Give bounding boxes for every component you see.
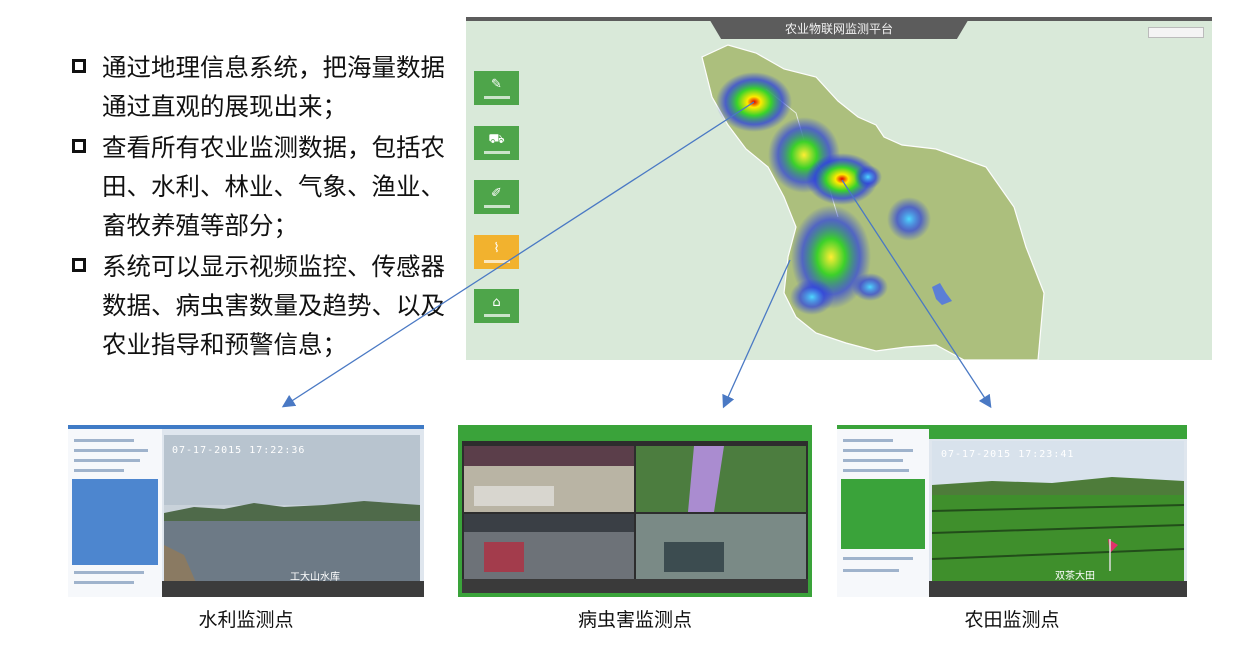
- pest-monitor-thumbnail[interactable]: [458, 425, 812, 597]
- house-icon: ⌂: [492, 294, 501, 310]
- side-button-house[interactable]: ⌂: [474, 289, 519, 323]
- side-button-chart[interactable]: ⌇: [474, 235, 519, 269]
- sensor-line: [74, 439, 134, 442]
- side-button-label: [483, 150, 510, 154]
- map-title: 农业物联网监测平台: [784, 21, 893, 36]
- video-control-bar[interactable]: [162, 581, 424, 597]
- leaf-icon: ✎: [491, 76, 502, 92]
- sensor-line: [843, 459, 903, 462]
- side-button-label: [483, 313, 510, 317]
- checkbox-square-icon: [72, 139, 86, 153]
- sensor-line: [74, 469, 124, 472]
- sensor-line: [74, 571, 144, 574]
- sensor-chart-panel: [841, 479, 925, 549]
- heatmap-map[interactable]: [466, 17, 1212, 360]
- farmland-video[interactable]: [932, 441, 1184, 585]
- map-zoom-control[interactable]: [1148, 27, 1204, 38]
- bullet-item: 系统可以显示视频监控、传感器数据、病虫害数量及趋势、以及农业指导和预警信息；: [72, 247, 457, 364]
- sensor-line: [74, 581, 134, 584]
- sensor-line: [843, 569, 899, 572]
- video-timestamp: 07-17-2015 17:22:36: [172, 445, 306, 456]
- sensor-line: [843, 469, 909, 472]
- checkbox-square-icon: [72, 258, 86, 272]
- video-control-bar[interactable]: [929, 581, 1187, 597]
- heat-spot: [852, 273, 888, 301]
- video-control-bar[interactable]: [462, 579, 808, 593]
- bullet-text: 系统可以显示视频监控、传感器数据、病虫害数量及趋势、以及农业指导和预警信息；: [102, 252, 445, 359]
- bullet-item: 通过地理信息系统，把海量数据通过直观的展现出来；: [72, 48, 457, 126]
- water-monitor-thumbnail[interactable]: 07-17-2015 17:22:36 工大山水库: [68, 425, 424, 597]
- tractor-icon: ⛟: [488, 131, 505, 147]
- side-button-label: [483, 95, 510, 99]
- sensor-sidebar: [68, 429, 162, 597]
- video-location-label: 双茶大田: [1055, 571, 1095, 582]
- feature-list: 通过地理信息系统，把海量数据通过直观的展现出来； 查看所有农业监测数据，包括农田…: [72, 48, 457, 366]
- video-timestamp: 07-17-2015 17:23:41: [941, 449, 1075, 460]
- sensor-chart-panel: [72, 479, 158, 565]
- sensor-line: [843, 439, 893, 442]
- water-caption: 水利监测点: [198, 609, 294, 631]
- bullet-item: 查看所有农业监测数据，包括农田、水利、林业、气象、渔业、畜牧养殖等部分；: [72, 128, 457, 245]
- sensor-line: [843, 557, 913, 560]
- heat-spot: [887, 197, 931, 241]
- heat-spot: [716, 72, 792, 132]
- map-title-tab: 农业物联网监测平台: [708, 17, 970, 39]
- farm-monitor-thumbnail[interactable]: 07-17-2015 17:23:41 双茶大田: [837, 425, 1187, 597]
- bullet-text: 通过地理信息系统，把海量数据通过直观的展现出来；: [102, 53, 445, 121]
- side-button-tractor[interactable]: ⛟: [474, 126, 519, 160]
- side-button-label: [483, 204, 510, 208]
- heat-spot: [790, 279, 834, 315]
- pest-header-bar: [462, 429, 808, 441]
- farm-caption: 农田监测点: [964, 609, 1060, 631]
- pest-caption: 病虫害监测点: [577, 609, 692, 631]
- chart-icon: ⌇: [493, 240, 500, 256]
- bullet-text: 查看所有农业监测数据，包括农田、水利、林业、气象、渔业、畜牧养殖等部分；: [102, 133, 445, 240]
- sensor-line: [74, 449, 148, 452]
- farm-header-bar: [929, 429, 1187, 439]
- pest-video-grid[interactable]: [464, 443, 806, 585]
- sensor-line: [843, 449, 913, 452]
- map-platform[interactable]: 农业物联网监测平台 ✎ ⛟ ✐ ⌇ ⌂: [466, 17, 1212, 360]
- sensor-line: [74, 459, 140, 462]
- side-button-label: [483, 259, 510, 263]
- checkbox-square-icon: [72, 59, 86, 73]
- heat-spot: [854, 165, 882, 189]
- side-button-leaf[interactable]: ✎: [474, 71, 519, 105]
- reservoir-video[interactable]: [164, 435, 420, 587]
- sensor-sidebar: [837, 429, 929, 597]
- pen-icon: ✐: [491, 185, 502, 201]
- side-button-pen[interactable]: ✐: [474, 180, 519, 214]
